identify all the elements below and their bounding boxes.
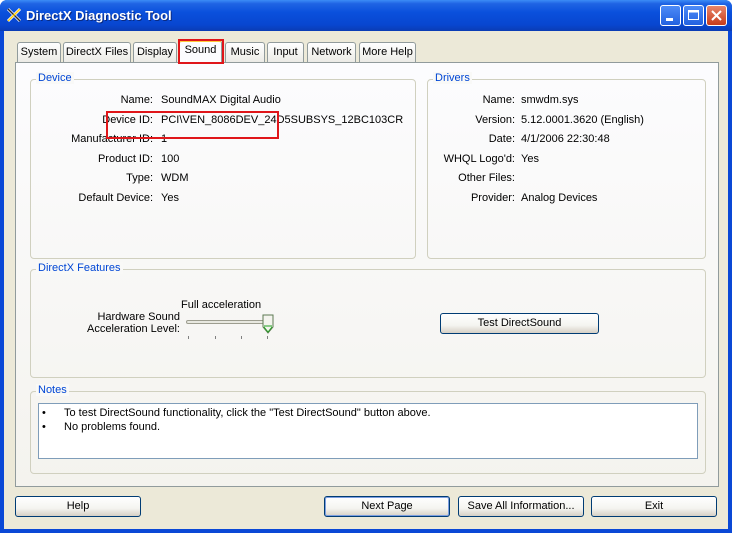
device-group-title: Device [36, 72, 74, 84]
other-files-label: Other Files: [458, 172, 515, 184]
slider-tick [188, 336, 189, 339]
product-id-value: 100 [161, 153, 180, 165]
tab-music[interactable]: Music [225, 42, 265, 62]
tab-system[interactable]: System [17, 42, 61, 62]
maximize-icon [688, 10, 699, 20]
whql-label: WHQL Logo'd: [443, 153, 515, 165]
device-name-value: SoundMAX Digital Audio [161, 94, 281, 106]
device-name-highlight [106, 111, 279, 139]
driver-date-label: Date: [488, 133, 515, 145]
window-frame: DirectX Diagnostic Tool System DirectX F… [0, 0, 732, 533]
close-icon [711, 10, 722, 21]
accel-label-line2: Acceleration Level: [87, 323, 180, 335]
maximize-button[interactable] [683, 5, 704, 26]
tab-display[interactable]: Display [133, 42, 177, 62]
device-name-label: Name: [120, 94, 153, 106]
whql-value: Yes [521, 153, 539, 165]
tab-directx-files[interactable]: DirectX Files [63, 42, 131, 62]
driver-name-label: Name: [482, 94, 515, 106]
tab-more-help[interactable]: More Help [359, 42, 416, 62]
acceleration-slider[interactable] [184, 312, 276, 344]
default-device-label: Default Device: [78, 192, 153, 204]
minimize-button[interactable] [660, 5, 681, 26]
save-all-information-button[interactable]: Save All Information... [458, 496, 584, 517]
slider-track [186, 320, 270, 324]
tab-network[interactable]: Network [307, 42, 356, 62]
provider-label: Provider: [470, 192, 515, 204]
driver-version-label: Version: [475, 114, 515, 126]
provider-value: Analog Devices [521, 192, 598, 204]
slider-tick [241, 336, 242, 339]
device-group: Device Name: SoundMAX Digital Audio Devi… [30, 72, 416, 259]
bullet-icon: • [42, 407, 46, 419]
next-page-button[interactable]: Next Page [324, 496, 450, 517]
bullet-icon: • [42, 421, 46, 433]
slider-thumb[interactable] [262, 314, 274, 334]
slider-tick [215, 336, 216, 339]
driver-name-value: smwdm.sys [521, 94, 579, 106]
test-directsound-button[interactable]: Test DirectSound [440, 313, 599, 334]
type-label: Type: [126, 172, 153, 184]
title-bar[interactable]: DirectX Diagnostic Tool [0, 0, 732, 31]
accel-value-label: Full acceleration [181, 299, 262, 311]
drivers-group-title: Drivers [433, 72, 472, 84]
slider-tick [267, 336, 268, 339]
accel-label-line1: Hardware Sound [97, 311, 180, 323]
directx-features-group: DirectX Features Full acceleration Hardw… [30, 262, 706, 378]
window-title: DirectX Diagnostic Tool [26, 8, 172, 23]
notes-group: Notes • To test DirectSound functionalit… [30, 384, 706, 474]
driver-date-value: 4/1/2006 22:30:48 [521, 133, 610, 145]
close-button[interactable] [706, 5, 727, 26]
product-id-label: Product ID: [97, 153, 153, 165]
notes-list[interactable]: • To test DirectSound functionality, cli… [38, 403, 698, 459]
driver-version-value: 5.12.0001.3620 (English) [521, 114, 644, 126]
default-device-value: Yes [161, 192, 179, 204]
drivers-group: Drivers Name: smwdm.sys Version: 5.12.00… [427, 72, 706, 259]
notes-title: Notes [36, 384, 69, 396]
note-item: No problems found. [64, 421, 160, 433]
client-area: System DirectX Files Display Sound Music… [4, 31, 728, 529]
sound-tab-panel: Device Name: SoundMAX Digital Audio Devi… [15, 62, 719, 487]
minimize-icon [666, 18, 673, 21]
sound-tab-highlight [178, 39, 224, 64]
type-value: WDM [161, 172, 189, 184]
tab-input[interactable]: Input [267, 42, 304, 62]
help-button[interactable]: Help [15, 496, 141, 517]
note-item: To test DirectSound functionality, click… [64, 407, 431, 419]
directx-icon [6, 7, 22, 23]
directx-features-title: DirectX Features [36, 262, 123, 274]
exit-button[interactable]: Exit [591, 496, 717, 517]
